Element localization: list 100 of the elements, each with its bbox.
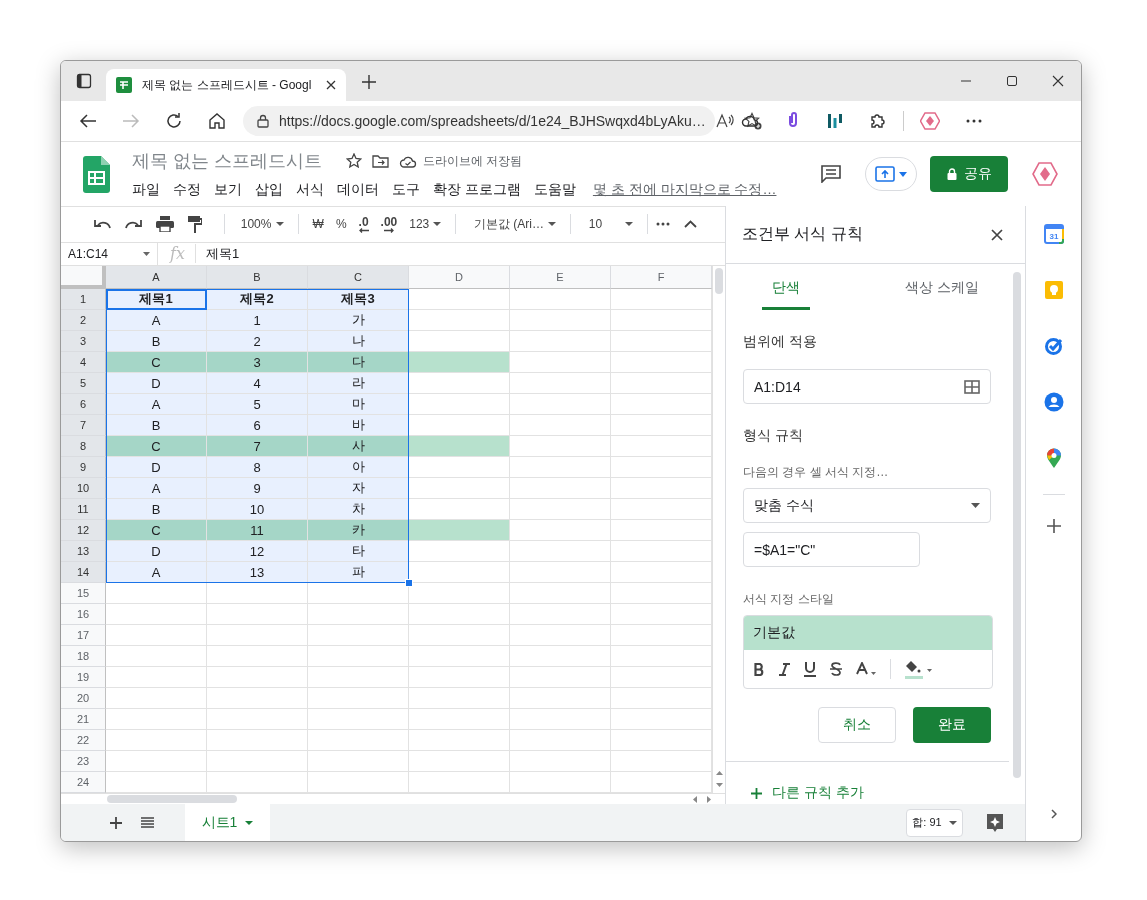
font-dropdown[interactable]: 기본값 (Ari… <box>468 215 562 233</box>
more-icon[interactable] <box>656 222 670 227</box>
text-color-icon[interactable] <box>856 662 876 676</box>
last-edit-link[interactable]: 몇 초 전에 마지막으로 수정… <box>592 181 777 199</box>
row-header[interactable]: 16 <box>61 604 106 625</box>
row-header[interactable]: 3 <box>61 331 106 352</box>
increase-decimal-button[interactable]: .00 <box>374 212 404 237</box>
calendar-icon[interactable]: 31 <box>1043 224 1064 244</box>
row-header[interactable]: 22 <box>61 730 106 751</box>
row-header[interactable]: 24 <box>61 772 106 793</box>
row-header[interactable]: 5 <box>61 373 106 394</box>
menu-item[interactable]: 데이터 <box>337 181 379 199</box>
star-icon[interactable] <box>346 153 362 169</box>
map-pin-icon[interactable] <box>1045 448 1062 468</box>
sidebar-icon[interactable] <box>76 73 92 89</box>
new-tab-icon[interactable] <box>362 75 376 89</box>
menu-item[interactable]: 보기 <box>214 181 242 199</box>
scrollbar-thumb[interactable] <box>107 795 237 803</box>
decrease-decimal-button[interactable]: .0 <box>352 212 375 237</box>
menu-item[interactable]: 도움말 <box>533 181 576 199</box>
range-field[interactable]: A1:D14 <box>743 369 991 404</box>
more-icon[interactable] <box>966 119 982 123</box>
column-header[interactable]: D <box>409 266 510 289</box>
undo-icon[interactable] <box>94 219 111 230</box>
number-format-dropdown[interactable]: 123 <box>403 217 448 232</box>
menu-item[interactable]: 파일 <box>132 181 160 199</box>
cancel-button[interactable]: 취소 <box>818 707 896 743</box>
close-icon[interactable] <box>991 228 1003 241</box>
menu-item[interactable]: 삽입 <box>255 181 283 199</box>
document-title[interactable]: 제목 없는 스프레드시트 <box>132 149 322 173</box>
sheet-list-icon[interactable] <box>141 817 154 828</box>
row-header[interactable]: 7 <box>61 415 106 436</box>
font-size-dropdown[interactable]: 10 <box>582 217 640 232</box>
row-header[interactable]: 8 <box>61 436 106 457</box>
row-header[interactable]: 21 <box>61 709 106 730</box>
check-circle-icon[interactable] <box>1043 336 1064 356</box>
hexagon-extension-icon[interactable] <box>1032 162 1058 186</box>
style-preview[interactable]: 기본값 <box>744 616 992 650</box>
row-header[interactable]: 18 <box>61 646 106 667</box>
row-header[interactable]: 9 <box>61 457 106 478</box>
percent-button[interactable]: % <box>329 212 353 237</box>
scroll-down-icon[interactable] <box>715 783 723 787</box>
scroll-up-icon[interactable] <box>715 771 723 775</box>
paint-format-icon[interactable] <box>188 215 202 233</box>
menu-item[interactable]: 수정 <box>173 181 201 199</box>
zoom-dropdown[interactable]: 100% <box>234 217 290 232</box>
close-icon[interactable] <box>326 80 336 90</box>
add-sheet-icon[interactable] <box>110 816 122 829</box>
column-header[interactable]: A <box>106 266 207 289</box>
row-header[interactable]: 23 <box>61 751 106 772</box>
row-header[interactable]: 13 <box>61 541 106 562</box>
sheets-logo-icon[interactable] <box>83 155 110 193</box>
scroll-right-icon[interactable] <box>707 795 711 803</box>
sheet-tab[interactable]: 시트1 <box>185 804 270 841</box>
currency-button[interactable]: ₩ <box>306 212 330 237</box>
sum-dropdown[interactable]: 합: 91 <box>906 808 963 837</box>
bold-icon[interactable] <box>754 662 765 676</box>
comment-icon[interactable] <box>821 165 841 183</box>
fill-color-icon[interactable] <box>905 659 933 679</box>
menu-item[interactable]: 확장 프로그램 <box>433 181 521 199</box>
name-box[interactable]: A1:C14 <box>61 242 158 265</box>
explore-icon[interactable] <box>986 812 1004 833</box>
row-header[interactable]: 6 <box>61 394 106 415</box>
column-header[interactable]: F <box>611 266 712 289</box>
panel-tab[interactable]: 색상 스케일 <box>897 268 987 310</box>
read-aloud-icon[interactable] <box>715 113 734 129</box>
scroll-left-icon[interactable] <box>693 795 697 803</box>
add-rule-link[interactable]: 다른 규칙 추가 <box>751 784 864 802</box>
menu-item[interactable]: 도구 <box>392 181 420 199</box>
formula-input[interactable]: 제목1 <box>195 244 240 263</box>
row-header[interactable]: 1 <box>61 289 106 310</box>
row-header[interactable]: 17 <box>61 625 106 646</box>
maximize-icon[interactable] <box>1006 75 1018 87</box>
browser-tab[interactable]: 제목 없는 스프레드시트 - Googl <box>106 69 346 101</box>
close-icon[interactable] <box>1052 75 1064 87</box>
contact-person-icon[interactable] <box>1043 392 1064 412</box>
back-icon[interactable] <box>79 113 97 129</box>
strikethrough-icon[interactable] <box>830 662 842 676</box>
row-header[interactable]: 10 <box>61 478 106 499</box>
move-folder-icon[interactable] <box>372 154 389 168</box>
scrollbar-thumb[interactable] <box>715 268 723 294</box>
scrollbar-thumb[interactable] <box>1013 272 1021 778</box>
puzzle-icon[interactable] <box>869 112 887 130</box>
reload-icon[interactable] <box>165 112 183 130</box>
column-header[interactable]: E <box>510 266 611 289</box>
panel-tab[interactable]: 단색 <box>762 268 810 310</box>
column-header[interactable]: B <box>207 266 308 289</box>
row-header[interactable]: 2 <box>61 310 106 331</box>
done-button[interactable]: 완료 <box>913 707 991 743</box>
row-header[interactable]: 14 <box>61 562 106 583</box>
bars-extension-icon[interactable] <box>827 112 843 130</box>
cloud-done-icon[interactable] <box>399 154 417 168</box>
row-header[interactable]: 12 <box>61 520 106 541</box>
menu-item[interactable]: 서식 <box>296 181 324 199</box>
fill-handle[interactable] <box>405 579 413 587</box>
lock-icon[interactable] <box>257 114 269 128</box>
column-header[interactable]: C <box>308 266 409 289</box>
row-header[interactable]: 4 <box>61 352 106 373</box>
row-header[interactable]: 19 <box>61 667 106 688</box>
row-header[interactable]: 15 <box>61 583 106 604</box>
